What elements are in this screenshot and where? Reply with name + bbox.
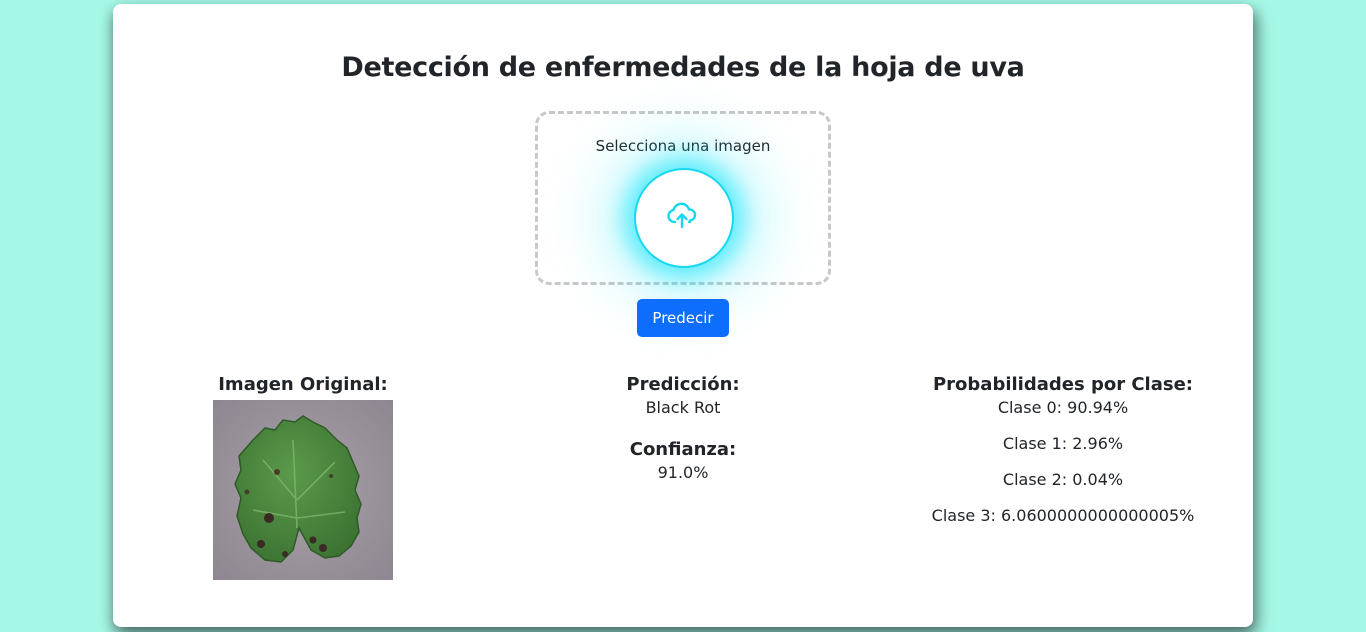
probability-item: Clase 1: 2.96% [1002, 434, 1124, 453]
dropzone-label: Selecciona una imagen [595, 137, 771, 155]
confidence-heading: Confianza: [629, 439, 737, 460]
probability-item: Clase 0: 90.94% [997, 398, 1129, 417]
main-card: Detección de enfermedades de la hoja de … [113, 4, 1253, 627]
probabilities-section: Probabilidades por Clase: Clase 0: 90.94… [893, 373, 1233, 527]
leaf-image [213, 400, 393, 580]
prediction-value: Black Rot [645, 398, 721, 417]
predict-button[interactable]: Predecir [637, 299, 729, 337]
prediction-heading: Predicción: [626, 374, 740, 395]
probabilities-heading: Probabilidades por Clase: [932, 374, 1193, 395]
cloud-upload-icon [667, 202, 697, 229]
prediction-section: Predicción: Black Rot Confianza: 91.0% [583, 373, 783, 484]
confidence-value: 91.0% [657, 463, 709, 482]
original-image-section: Imagen Original: [203, 373, 403, 580]
original-image-heading: Imagen Original: [218, 374, 388, 395]
page-title: Detección de enfermedades de la hoja de … [341, 52, 1025, 83]
upload-button[interactable] [634, 168, 734, 268]
probability-item: Clase 3: 6.0600000000000005% [931, 506, 1195, 525]
image-dropzone[interactable]: Selecciona una imagen [535, 111, 831, 285]
probability-item: Clase 2: 0.04% [1002, 470, 1124, 489]
